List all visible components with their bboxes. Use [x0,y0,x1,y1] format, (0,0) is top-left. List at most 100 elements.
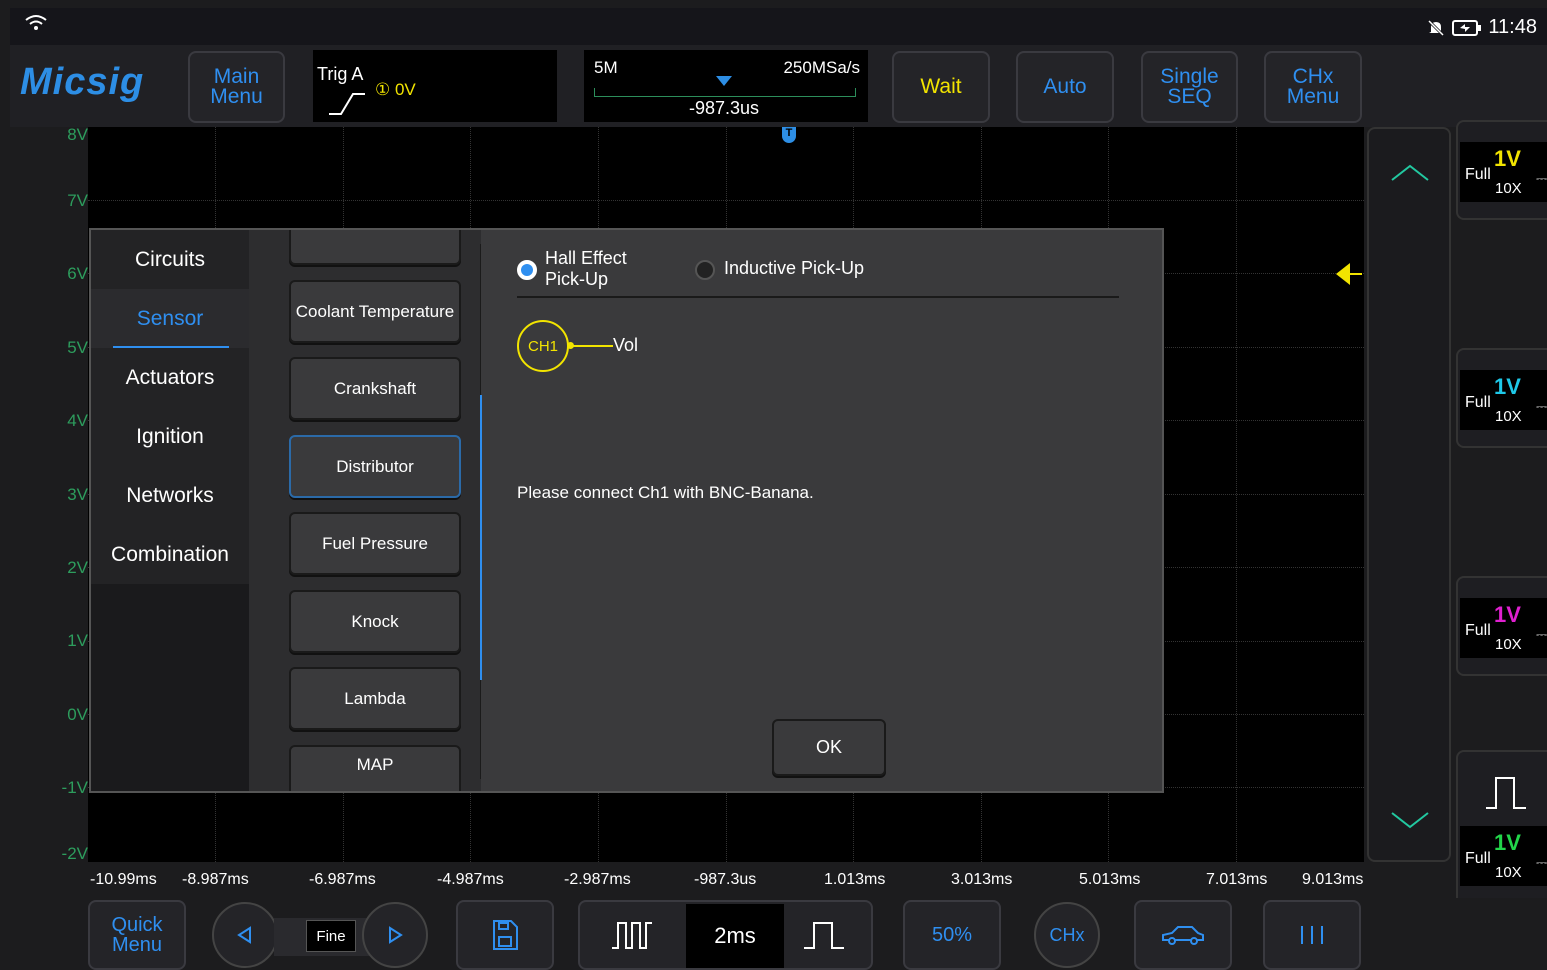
y-label: 5V [67,338,88,357]
y-label: 2V [67,558,88,577]
sensor-item-lambda[interactable]: Lambda [289,667,461,730]
x-label: 5.013ms [1079,871,1141,888]
auto-button[interactable]: Auto [1016,51,1114,123]
ch1-scale: 1V [1494,146,1521,171]
sensor-item-fuel-pressure[interactable]: Fuel Pressure [289,512,461,575]
memory-bar [594,88,856,97]
category-actuators[interactable]: Actuators [91,348,249,407]
y-label: 6V [67,264,88,283]
x-label: 7.013ms [1206,871,1268,888]
inductive-label[interactable]: Inductive Pick-Up [724,258,864,279]
scroll-down-icon[interactable] [1388,805,1432,835]
position-marker-icon [716,76,732,86]
mute-notification-icon [1428,19,1445,36]
y-label: 0V [67,705,88,724]
sensor-item-distributor[interactable]: Distributor [289,435,461,498]
ch3-probe: 10X [1495,636,1522,653]
trigger-level-line [1348,273,1362,275]
category-list: Circuits Sensor Actuators Ignition Netwo… [91,230,249,791]
category-networks[interactable]: Networks [91,466,249,525]
y-label: 4V [67,411,88,430]
ch2-coupling: Full [1465,394,1491,411]
x-label: -10.99ms [90,871,157,888]
car-icon [1162,926,1204,945]
move-right-button[interactable] [362,902,428,968]
trigger-position-marker[interactable]: T [782,127,796,143]
y-label: 7V [67,191,88,210]
sensor-item-coolant-temperature[interactable]: Coolant Temperature [289,280,461,343]
timebase-faster-icon[interactable] [610,920,654,950]
memory-depth: 5M [594,58,618,77]
dc-coupling-icon: ⎓ [1536,170,1547,186]
trigger-panel[interactable]: Trig A ① 0V [313,50,557,122]
ch3-coupling: Full [1465,622,1491,639]
hall-effect-label[interactable]: Hall Effect Pick-Up [545,248,655,290]
pickup-type-options: Hall Effect Pick-Up Inductive Pick-Up [517,246,1119,298]
x-label: -4.987ms [437,871,504,888]
dc-coupling-icon: ⎓ [1536,626,1547,642]
horizontal-panel[interactable]: 5M 250MSa/s -987.3us [584,50,868,122]
single-seq-button[interactable]: Single SEQ [1141,51,1238,123]
triangle-right-icon [389,926,403,944]
save-icon [493,920,518,950]
bottom-toolbar: Quick Menu Fine 2ms 50% CHx [10,898,1547,970]
sensor-item-list[interactable]: Coolant Temperature Crankshaft Distribut… [249,230,481,791]
move-left-button[interactable] [212,902,278,968]
ch1-probe: 10X [1495,180,1522,197]
ok-button[interactable]: OK [772,719,886,776]
y-label: 8V [67,125,88,144]
grid-line [88,200,1364,201]
scroll-up-icon[interactable] [1388,160,1432,190]
automotive-button[interactable] [1134,900,1232,970]
category-combination[interactable]: Combination [91,525,249,584]
battery-icon [1452,19,1482,36]
inductive-radio[interactable] [695,260,715,280]
y-axis: 8V 7V 6V 5V 4V 3V 2V 1V 0V -1V -2V [10,125,88,863]
category-circuits[interactable]: Circuits [91,230,249,289]
fine-toggle[interactable]: Fine [306,920,356,952]
ch1-connection-badge: CH1 [517,320,569,372]
pulse-wide-icon[interactable] [1484,776,1528,810]
dc-coupling-icon: ⎓ [1536,398,1547,414]
timebase-value[interactable]: 2ms [686,904,784,968]
category-sensor[interactable]: Sensor [91,289,249,348]
chx-button[interactable]: CHx [1034,902,1100,968]
wait-button[interactable]: Wait [892,51,990,123]
bars-icon [1301,926,1323,944]
y-label: 3V [67,485,88,504]
sample-rate: 250MSa/s [783,58,860,77]
fifty-percent-button[interactable]: 50% [903,900,1001,970]
clock: 11:48 [1488,16,1537,38]
ch4-coupling: Full [1465,850,1491,867]
save-button[interactable] [456,900,554,970]
channel-1-card[interactable]: 1V Full 10X ⎓ [1456,120,1547,220]
category-ignition[interactable]: Ignition [91,407,249,466]
list-scrollbar[interactable] [480,395,482,680]
x-axis: -10.99ms -8.987ms -6.987ms -4.987ms -2.9… [88,862,1364,898]
timebase-slower-icon[interactable] [802,920,846,950]
sensor-item-map[interactable]: MAP [289,745,461,791]
channel-4-card[interactable]: 1V Full 10X ⎓ [1460,826,1547,886]
x-label: -987.3us [694,871,757,888]
sensor-item-crankshaft[interactable]: Crankshaft [289,357,461,420]
ch3-scale: 1V [1494,602,1521,627]
x-label: -6.987ms [309,871,376,888]
ch4-scale: 1V [1494,830,1521,855]
hall-effect-radio[interactable] [517,260,537,280]
horizontal-position: -987.3us [689,98,760,118]
quick-menu-button[interactable]: Quick Menu [88,900,186,970]
channel-3-card[interactable]: 1V Full 10X ⎓ [1456,576,1547,676]
x-label: -8.987ms [182,871,249,888]
channel-2-card[interactable]: 1V Full 10X ⎓ [1456,348,1547,448]
sensor-item-partial[interactable] [289,230,461,265]
connection-line [569,345,613,347]
sensor-item-knock[interactable]: Knock [289,590,461,653]
x-label: -2.987ms [564,871,631,888]
y-label: -1V [61,778,88,797]
chx-menu-button[interactable]: CHx Menu [1264,51,1362,123]
channel-scroll-column[interactable] [1367,127,1451,862]
ch2-probe: 10X [1495,408,1522,425]
more-button[interactable] [1263,900,1361,970]
automotive-test-dialog: Circuits Sensor Actuators Ignition Netwo… [89,228,1164,793]
main-menu-button[interactable]: Main Menu [188,51,285,123]
